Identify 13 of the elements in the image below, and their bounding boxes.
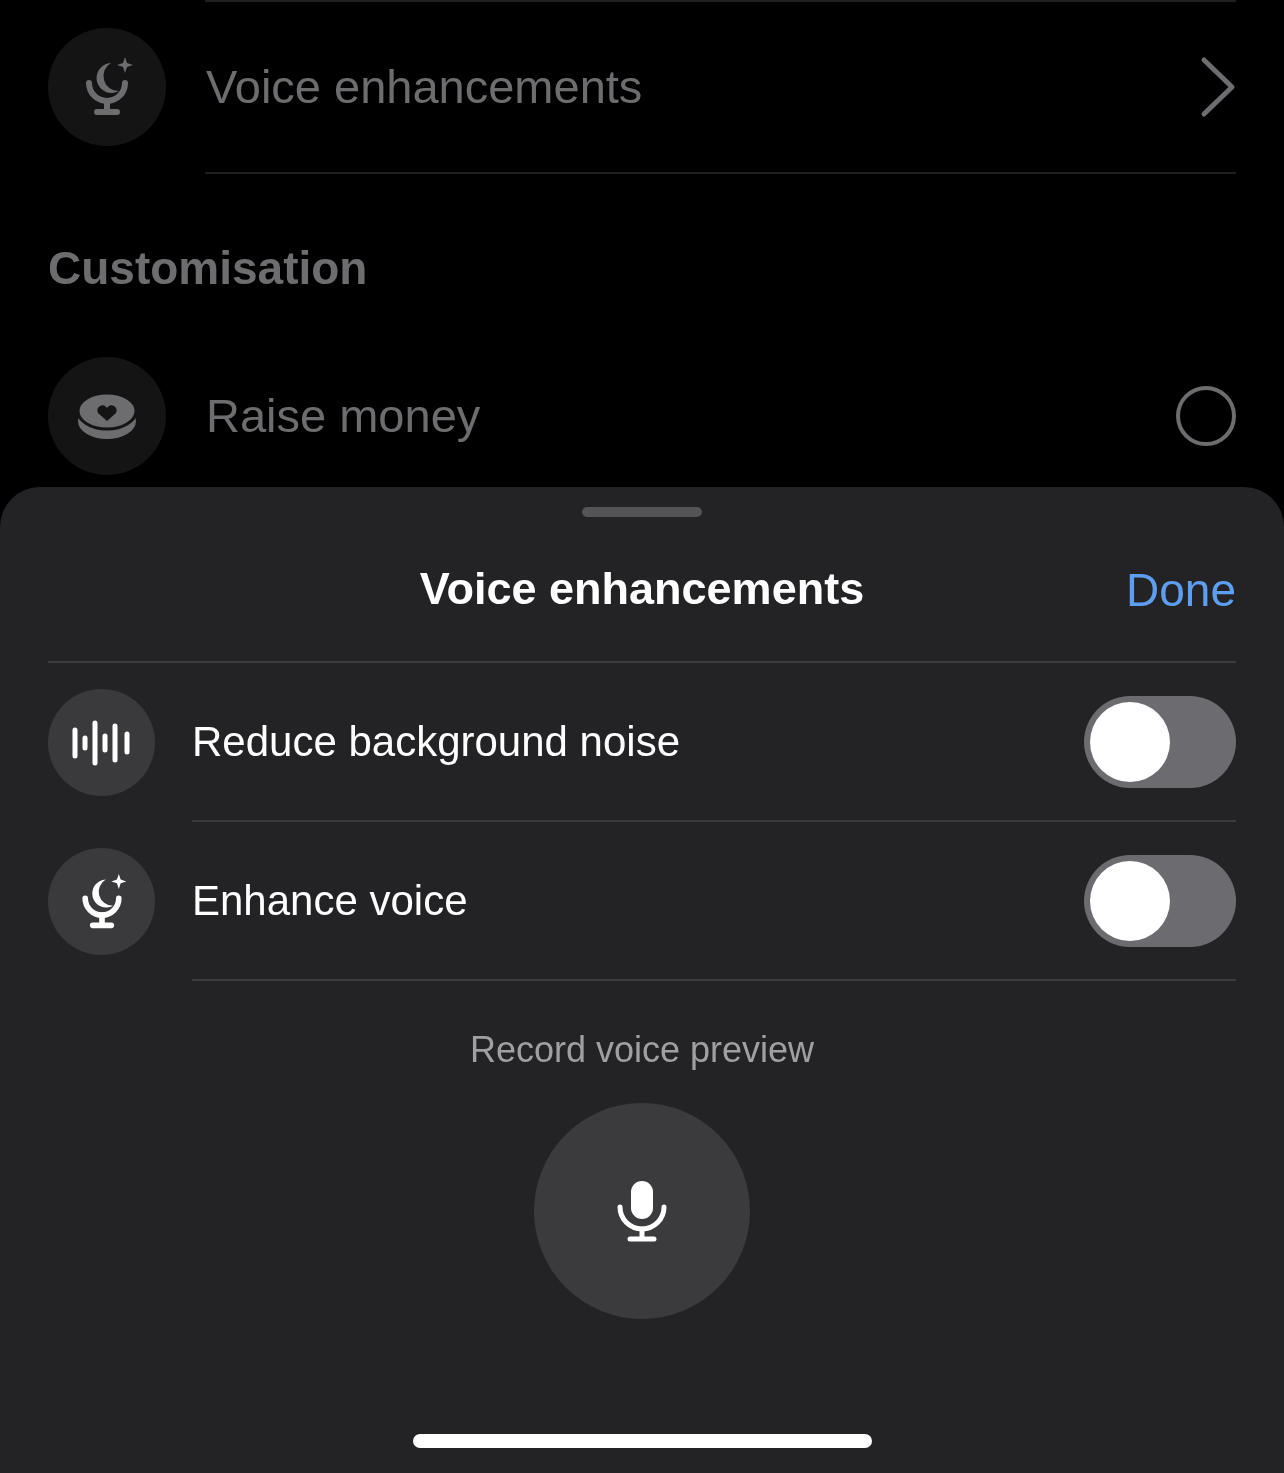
menu-label: Voice enhancements bbox=[206, 58, 643, 115]
option-label: Enhance voice bbox=[192, 876, 469, 926]
preview-label: Record voice preview bbox=[468, 1028, 816, 1072]
waveform-icon bbox=[70, 719, 133, 766]
option-label: Reduce background noise bbox=[192, 717, 681, 767]
microphone-icon bbox=[616, 1179, 668, 1243]
menu-label: Raise money bbox=[206, 387, 481, 444]
radio-button[interactable] bbox=[1176, 386, 1236, 446]
section-title: Customisation bbox=[48, 241, 369, 296]
sheet-title: Voice enhancements bbox=[419, 562, 865, 617]
chevron-right-icon bbox=[1200, 56, 1236, 118]
done-button[interactable]: Done bbox=[1126, 565, 1236, 616]
grab-handle[interactable] bbox=[582, 507, 702, 517]
